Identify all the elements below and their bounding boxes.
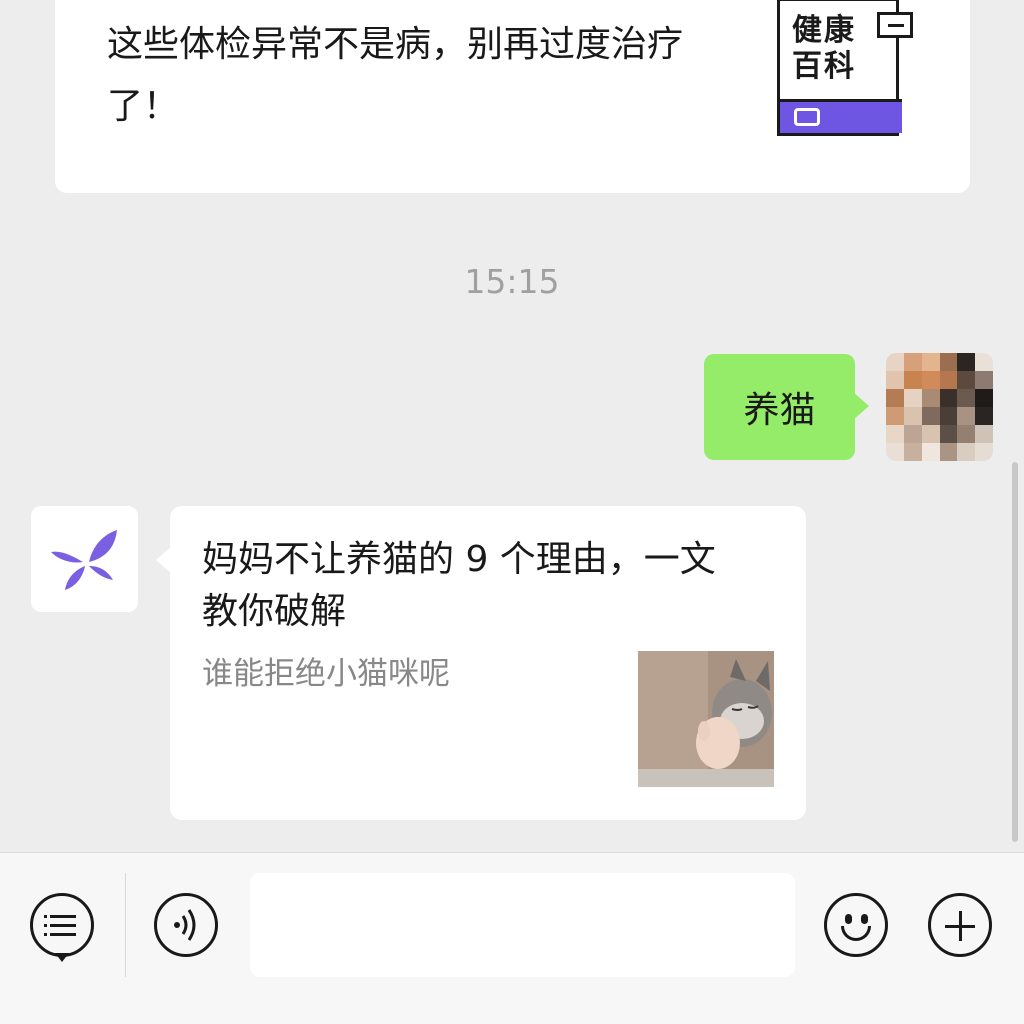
plus-icon[interactable]	[928, 893, 992, 957]
badge-label: 健康百科	[792, 13, 856, 84]
divider	[125, 873, 126, 977]
voice-waves-icon	[174, 909, 196, 941]
menu-line	[50, 915, 76, 918]
input-bar	[0, 852, 1024, 1024]
plus-vertical	[959, 911, 962, 941]
emoji-eye	[845, 914, 852, 924]
article-description: 谁能拒绝小猫咪呢	[202, 656, 450, 692]
message-input[interactable]	[250, 873, 795, 977]
menu-dot	[44, 924, 47, 927]
menu-caret-icon	[55, 953, 69, 962]
menu-dot	[44, 933, 47, 936]
chat-scrollbar[interactable]	[1012, 462, 1018, 842]
article-card-top[interactable]: 这些体检异常不是病，别再过度治疗了！ 健康百科	[55, 0, 970, 193]
exit-icon	[877, 12, 913, 38]
cat-thumbnail-icon	[638, 651, 774, 787]
user-avatar[interactable]	[886, 353, 993, 461]
emoji-icon[interactable]	[824, 893, 888, 957]
article-title: 妈妈不让养猫的 9 个理由，一文教你破解	[202, 539, 716, 632]
menu-dot	[44, 915, 47, 918]
outgoing-message-bubble[interactable]: 养猫	[704, 354, 869, 460]
article-title: 这些体检异常不是病，别再过度治疗了！	[107, 24, 684, 127]
message-timestamp: 15:15	[464, 262, 560, 301]
voice-icon[interactable]	[154, 893, 218, 957]
menu-list-icon[interactable]	[30, 893, 94, 957]
butterfly-logo-icon	[51, 530, 117, 590]
chat-area[interactable]: 这些体检异常不是病，别再过度治疗了！ 健康百科 15:15 养猫 妈妈不让养猫的…	[0, 0, 1024, 852]
incoming-article-card[interactable]: 妈妈不让养猫的 9 个理由，一文教你破解 谁能拒绝小猫咪呢	[156, 506, 806, 820]
badge-purple-bar	[780, 99, 902, 133]
card-icon	[794, 108, 820, 126]
emoji-mouth	[841, 926, 871, 941]
menu-line	[50, 933, 76, 936]
bot-avatar[interactable]	[31, 506, 138, 612]
article-thumbnail	[638, 651, 774, 787]
menu-line	[50, 924, 76, 927]
health-encyclopedia-badge: 健康百科	[777, 0, 913, 138]
emoji-eye	[861, 914, 868, 924]
